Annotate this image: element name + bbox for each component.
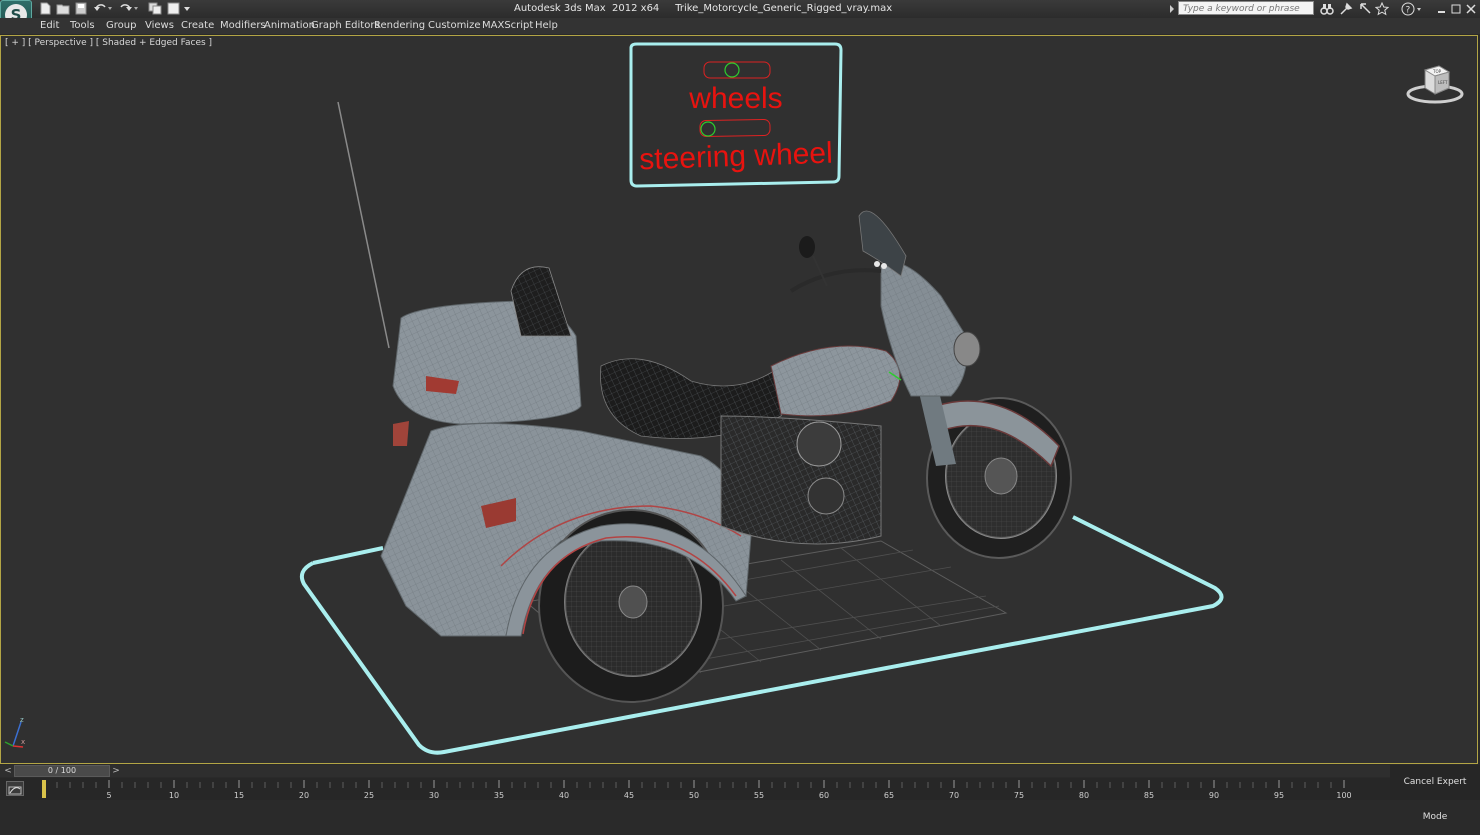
time-next-button[interactable]: > (110, 765, 122, 777)
rig-control-panel[interactable]: wheels steering wheel (629, 42, 843, 188)
menu-help[interactable]: Help (535, 20, 558, 31)
track-tick-label: 65 (884, 791, 894, 800)
viewcube[interactable]: TOP LEFT (1405, 62, 1465, 106)
wheels-control-knob[interactable] (724, 62, 740, 78)
track-tick-label: 10 (169, 791, 179, 800)
search-expand-icon[interactable] (1168, 2, 1176, 16)
trike-model[interactable] (380, 210, 1072, 703)
open-file-icon[interactable] (56, 2, 70, 15)
track-tick-label: 95 (1274, 791, 1284, 800)
track-bar[interactable]: 0510152025303540455055606570758085909510… (0, 778, 1390, 800)
project-folder-icon[interactable] (167, 2, 191, 15)
redo-icon[interactable] (119, 2, 139, 15)
track-tick-label: 70 (949, 791, 959, 800)
save-file-icon[interactable] (74, 2, 88, 15)
undo-icon[interactable] (93, 2, 113, 15)
menu-graph-editors[interactable]: Graph Editors (311, 20, 380, 31)
time-slider[interactable]: < 0 / 100 > (0, 765, 1390, 777)
subscription-center-icon[interactable] (1339, 2, 1353, 16)
time-slider-thumb[interactable]: 0 / 100 (14, 765, 110, 777)
track-tick-label: 15 (234, 791, 244, 800)
axis-z-label: z (20, 716, 24, 724)
track-tick-label: 20 (299, 791, 309, 800)
time-prev-button[interactable]: < (2, 765, 14, 777)
perspective-viewport[interactable]: [ + ] [ Perspective ] [ Shaded + Edged F… (0, 35, 1478, 764)
track-ruler[interactable]: 0510152025303540455055606570758085909510… (0, 778, 1390, 800)
menu-views[interactable]: Views (145, 20, 174, 31)
track-tick-label: 30 (429, 791, 439, 800)
track-tick-label: 90 (1209, 791, 1219, 800)
axis-x-label: x (21, 738, 25, 746)
menu-maxscript[interactable]: MAXScript (482, 20, 533, 31)
menu-group[interactable]: Group (106, 20, 136, 31)
track-tick-label: 5 (106, 791, 111, 800)
label-wheels: wheels (688, 82, 782, 115)
track-tick-label: 85 (1144, 791, 1154, 800)
menu-tools[interactable]: Tools (70, 20, 95, 31)
track-tick-label: 50 (689, 791, 699, 800)
window-controls[interactable] (1436, 2, 1476, 16)
title-bar: S Autodesk 3ds Max 2012 x64 Trike_Motorc… (0, 0, 1480, 32)
antenna (337, 101, 390, 349)
menu-rendering[interactable]: Rendering (374, 20, 425, 31)
track-tick-label: 75 (1014, 791, 1024, 800)
track-tick-label: 80 (1079, 791, 1089, 800)
label-steering-wheel: steering wheel (639, 137, 833, 177)
menu-create[interactable]: Create (181, 20, 214, 31)
track-tick-label: 45 (624, 791, 634, 800)
menu-animation[interactable]: Animation (264, 20, 315, 31)
favorites-star-icon[interactable] (1375, 2, 1389, 16)
track-tick-label: 55 (754, 791, 764, 800)
new-file-icon[interactable] (38, 2, 52, 15)
track-tick-label: 35 (494, 791, 504, 800)
track-tick-label: 40 (559, 791, 569, 800)
current-frame-marker[interactable] (42, 780, 46, 798)
window-title: Autodesk 3ds Max 2012 x64 Trike_Motorcyc… (514, 3, 893, 14)
axis-tripod-icon: z x (4, 716, 25, 748)
cancel-expert-mode-button[interactable]: Cancel Expert Mode (1390, 765, 1480, 822)
binoculars-search-icon[interactable] (1320, 2, 1334, 16)
scene-render[interactable]: wheels steering wheel (1, 36, 1478, 764)
viewcube-top-face[interactable]: TOP (1432, 69, 1442, 74)
viewcube-left-face[interactable]: LEFT (1438, 80, 1448, 85)
hold-icon[interactable] (148, 2, 162, 15)
menu-bar: Edit Tools Group Views Create Modifiers … (0, 18, 1480, 34)
track-tick-label: 25 (364, 791, 374, 800)
communication-center-icon[interactable] (1358, 2, 1372, 16)
svg-text:?: ? (1406, 6, 1411, 16)
help-icon[interactable]: ? (1401, 2, 1423, 16)
steering-control-knob[interactable] (700, 121, 716, 137)
menu-customize[interactable]: Customize (428, 20, 481, 31)
search-input[interactable]: Type a keyword or phrase (1178, 1, 1314, 15)
track-tick-label: 60 (819, 791, 829, 800)
track-tick-label: 100 (1336, 791, 1351, 800)
menu-modifiers[interactable]: Modifiers (220, 20, 266, 31)
menu-edit[interactable]: Edit (40, 20, 59, 31)
